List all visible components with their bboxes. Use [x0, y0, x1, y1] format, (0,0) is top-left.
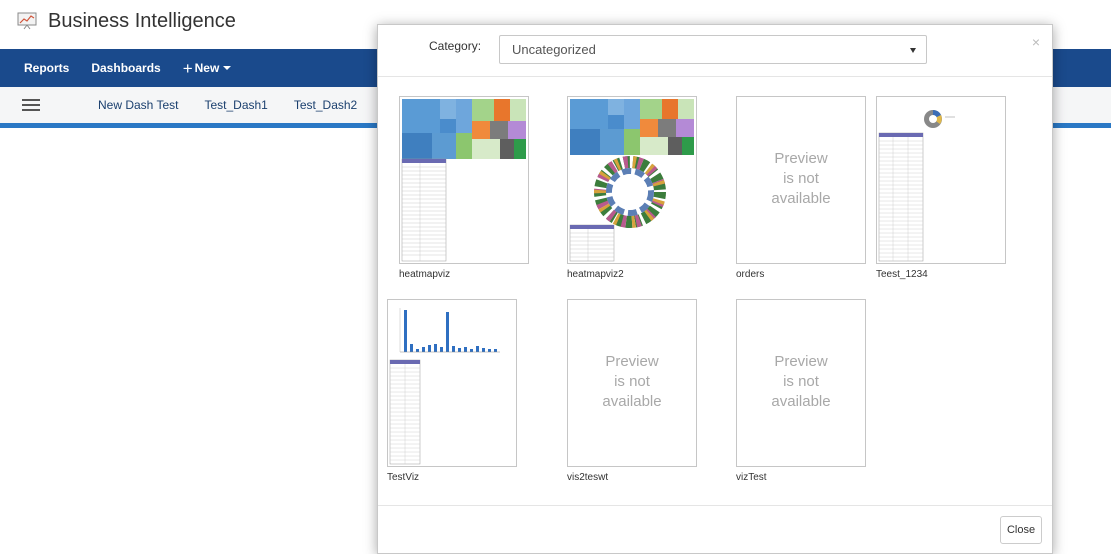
viz-name-label: orders [736, 269, 765, 280]
no-preview-text: Preview is not available [771, 150, 831, 207]
viz-thumbnail[interactable] [567, 96, 697, 264]
viz-card-orders[interactable]: Preview is not available orders [736, 96, 866, 281]
close-icon[interactable]: × [1030, 35, 1042, 49]
viz-thumbnail[interactable] [399, 96, 529, 264]
viz-name-label: TestViz [387, 472, 420, 483]
modal-header: Category: Uncategorized × [378, 25, 1052, 77]
modal-footer: Close [378, 505, 1052, 553]
viz-card-heatmapviz2[interactable]: heatmapviz2 [567, 96, 697, 281]
viz-name-label: heatmapviz2 [567, 269, 624, 280]
viz-name-label: Teest_1234 [876, 269, 928, 280]
viz-thumbnail[interactable] [387, 299, 517, 467]
no-preview-text: Preview is not available [771, 353, 831, 410]
viz-thumbnail[interactable]: Preview is not available [736, 299, 866, 467]
viz-name-label: vizTest [736, 472, 767, 483]
viz-thumbnail[interactable] [876, 96, 1006, 264]
modal-overlay: Category: Uncategorized × heatmapviz hea… [0, 0, 1111, 554]
select-caret-icon [910, 48, 916, 53]
viz-name-label: vis2teswt [567, 472, 609, 483]
close-button[interactable]: Close [1000, 516, 1042, 544]
category-select-value: Uncategorized [512, 42, 596, 57]
no-preview-text: Preview is not available [602, 353, 662, 410]
viz-name-label: heatmapviz [399, 269, 451, 280]
viz-card-testviz[interactable]: TestViz [387, 299, 517, 484]
category-select[interactable]: Uncategorized [499, 35, 927, 64]
viz-card-vis2teswt[interactable]: Preview is not available vis2teswt [567, 299, 697, 484]
viz-card-teest-1234[interactable]: Teest_1234 [876, 96, 1006, 281]
viz-thumbnail[interactable]: Preview is not available [736, 96, 866, 264]
viz-thumbnail[interactable]: Preview is not available [567, 299, 697, 467]
viz-card-viztest[interactable]: Preview is not available vizTest [736, 299, 866, 484]
viz-card-heatmapviz[interactable]: heatmapviz [399, 96, 529, 281]
category-label: Category: [429, 39, 482, 53]
visualization-picker-modal: Category: Uncategorized × heatmapviz hea… [377, 24, 1053, 554]
modal-body: heatmapviz heatmapviz2 Preview is not av… [378, 77, 1052, 505]
